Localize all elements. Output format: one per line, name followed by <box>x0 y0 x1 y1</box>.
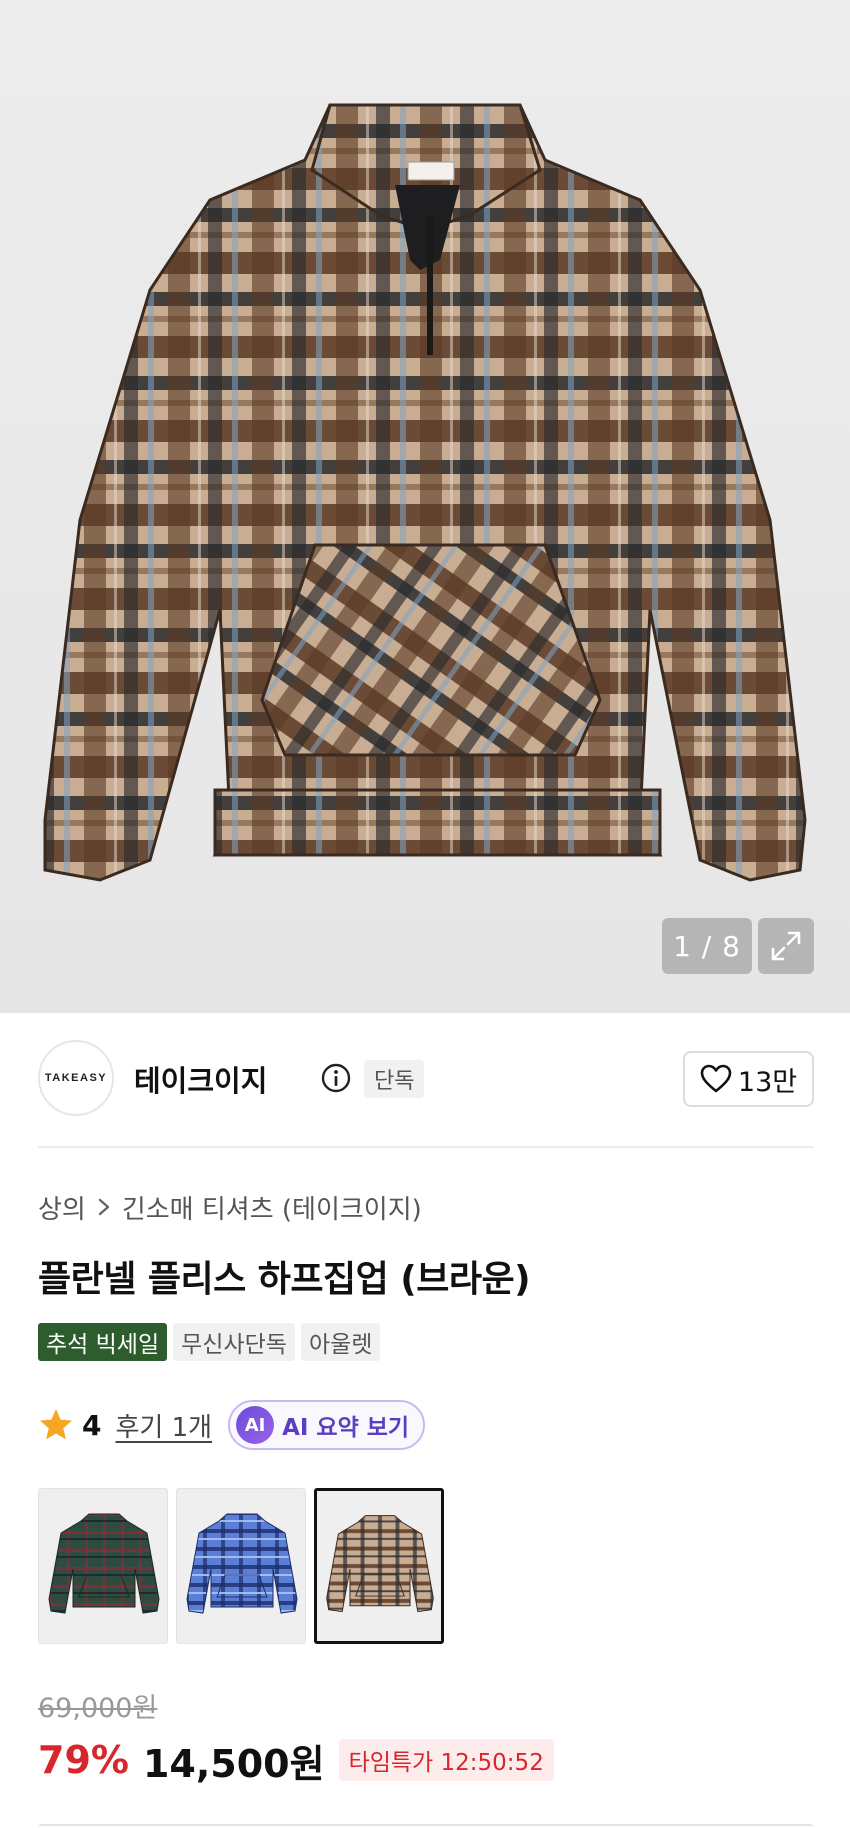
exclusive-badge: 무신사단독 <box>173 1323 295 1361</box>
chevron-right-icon <box>98 1198 110 1216</box>
rating-row: 4 후기 1개 AI AI 요약 보기 <box>38 1400 426 1450</box>
color-option-brown[interactable] <box>314 1488 444 1644</box>
green-plaid-thumbnail <box>39 1489 167 1643</box>
discount-rate: 79% <box>38 1738 129 1782</box>
color-option-blue[interactable] <box>176 1488 306 1644</box>
original-price: 69,000원 <box>38 1693 158 1724</box>
ai-icon: AI <box>236 1406 275 1444</box>
divider <box>38 1146 814 1148</box>
color-options <box>38 1488 444 1644</box>
review-link[interactable]: 후기 1개 <box>115 1407 212 1444</box>
breadcrumb: 상의 긴소매 티셔츠 (테이크이지) <box>38 1187 422 1227</box>
price-row: 79% 14,500원 타임특가 12:50:52 <box>38 1732 554 1788</box>
brown-plaid-thumbnail <box>317 1491 441 1641</box>
brand-name[interactable]: 테이크이지 <box>134 1058 267 1100</box>
like-button[interactable]: 13만 <box>683 1051 814 1107</box>
brand-row: TAKEASY 테이크이지 단독 13만 <box>38 1040 814 1116</box>
exclusive-tag: 단독 <box>364 1060 425 1098</box>
breadcrumb-item-category[interactable]: 상의 <box>38 1189 86 1226</box>
time-deal-badge: 타임특가 12:50:52 <box>338 1739 554 1781</box>
sale-price: 14,500원 <box>142 1741 325 1786</box>
product-image <box>43 103 807 882</box>
ai-summary-button[interactable]: AI AI 요약 보기 <box>228 1400 426 1450</box>
info-icon[interactable] <box>320 1062 352 1094</box>
heart-icon <box>700 1064 732 1093</box>
sale-badge: 추석 빅세일 <box>38 1323 168 1361</box>
product-title: 플란넬 플리스 하프집업 (브라운) <box>38 1259 531 1300</box>
product-badges: 추석 빅세일 무신사단독 아울렛 <box>38 1323 381 1361</box>
brand-logo[interactable]: TAKEASY <box>38 1040 114 1116</box>
star-icon <box>40 1409 72 1440</box>
ai-summary-label: AI 요약 보기 <box>282 1415 410 1441</box>
expand-button[interactable] <box>758 918 814 974</box>
image-counter-text: 1 / 8 <box>673 929 741 963</box>
outlet-badge: 아울렛 <box>300 1323 381 1361</box>
rating-value: 4 <box>82 1408 102 1442</box>
like-count: 13만 <box>737 1066 798 1098</box>
expand-icon <box>771 931 801 961</box>
brand-logo-text: TAKEASY <box>44 1072 108 1084</box>
breadcrumb-item-subcategory[interactable]: 긴소매 티셔츠 (테이크이지) <box>122 1189 422 1226</box>
blue-plaid-thumbnail <box>177 1489 305 1643</box>
next-section-edge <box>38 1824 814 1828</box>
color-option-green[interactable] <box>38 1488 168 1644</box>
product-image-gallery[interactable]: 1 / 8 <box>0 0 850 1013</box>
image-counter: 1 / 8 <box>662 918 752 974</box>
